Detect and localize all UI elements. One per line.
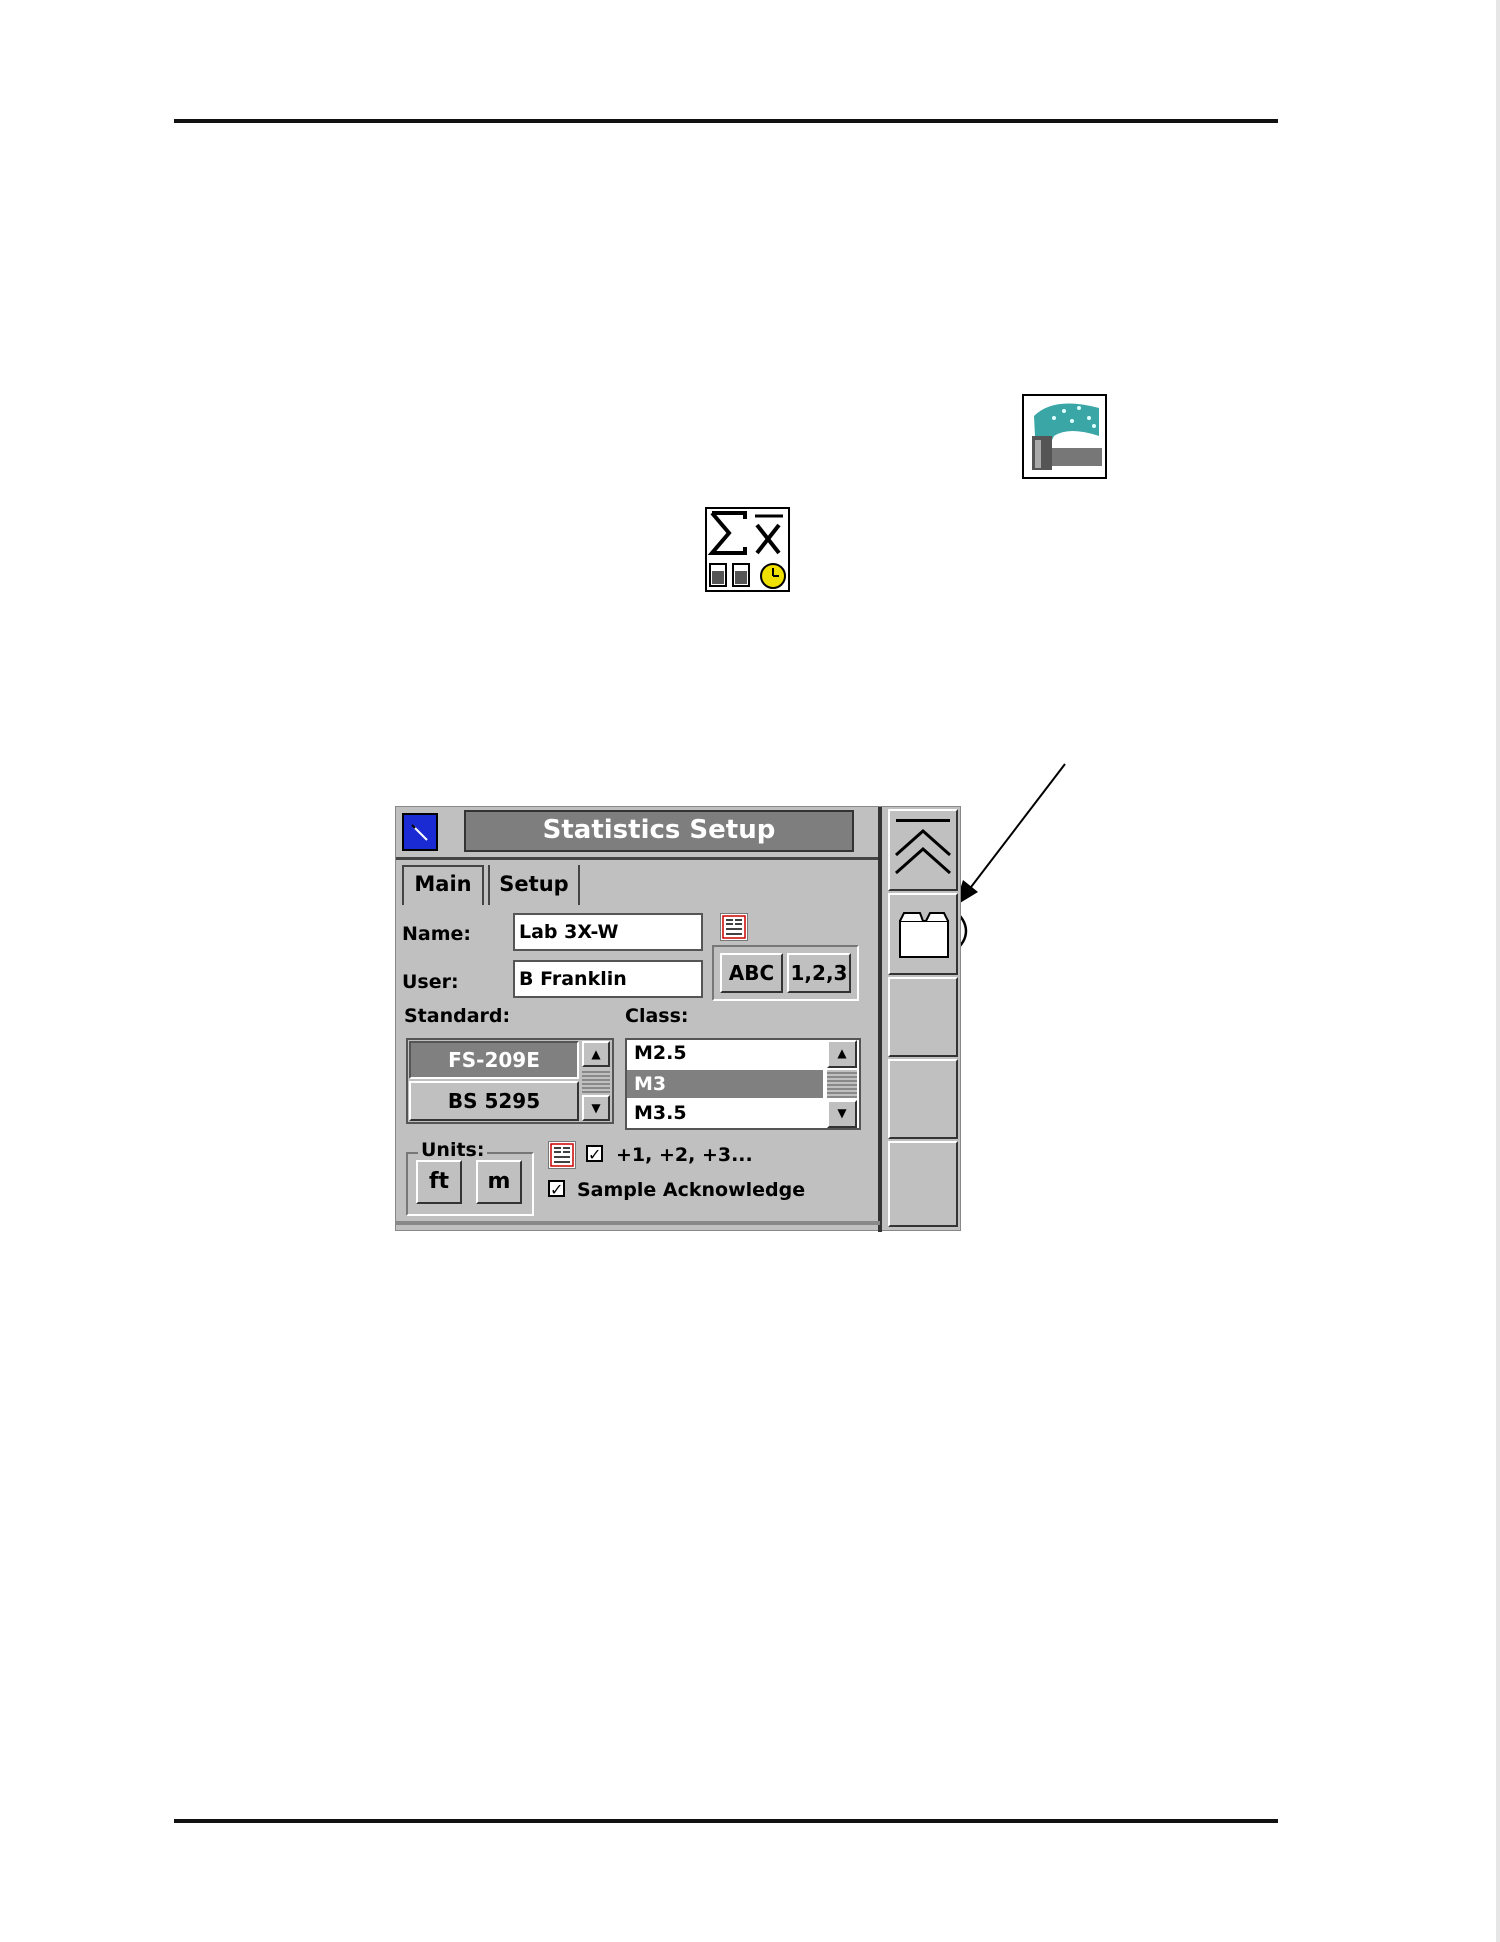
- standard-scroll-up-button[interactable]: ▲: [582, 1041, 610, 1067]
- standard-scroll-down-button[interactable]: ▼: [582, 1095, 610, 1121]
- standard-item[interactable]: BS 5295: [409, 1081, 579, 1121]
- class-item[interactable]: M3: [627, 1070, 823, 1098]
- sample-acknowledge-label: Sample Acknowledge: [577, 1179, 806, 1201]
- standard-item[interactable]: FS-209E: [409, 1041, 579, 1079]
- keyboard-icon[interactable]: [720, 913, 748, 941]
- name-label: Name:: [402, 923, 472, 945]
- folder-icon: [899, 912, 949, 958]
- title-underline: [396, 857, 878, 860]
- window-title: Statistics Setup: [464, 810, 854, 852]
- sidebar-button-5[interactable]: [888, 1141, 958, 1227]
- panel-border: [878, 807, 882, 1232]
- class-scroll-down-button[interactable]: ▼: [827, 1100, 857, 1128]
- class-item[interactable]: M2.5: [634, 1042, 687, 1064]
- units-label: Units:: [418, 1139, 488, 1161]
- units-ft-button[interactable]: ft: [416, 1160, 462, 1204]
- name-field[interactable]: Lab 3X-W: [513, 913, 703, 951]
- open-folder-button[interactable]: [888, 893, 958, 975]
- pen-icon[interactable]: [402, 813, 438, 851]
- sidebar-button-4[interactable]: [888, 1059, 958, 1139]
- scroll-top-button[interactable]: [888, 809, 958, 891]
- class-scroll-thumb[interactable]: [827, 1070, 857, 1098]
- keyboard-icon[interactable]: [548, 1141, 576, 1169]
- tab-main[interactable]: Main: [402, 865, 484, 905]
- alpha-keyboard-button[interactable]: ABC: [720, 953, 783, 993]
- panel-border: [396, 1221, 880, 1225]
- standard-label: Standard:: [404, 1005, 511, 1027]
- user-label: User:: [402, 971, 459, 993]
- increment-checkbox[interactable]: ✓: [586, 1145, 603, 1163]
- statistics-setup-window: Statistics Setup Main Setup Name: Lab 3X…: [395, 806, 961, 1232]
- class-item[interactable]: M3.5: [634, 1102, 687, 1124]
- standard-scroll-thumb[interactable]: [582, 1069, 610, 1093]
- numeric-keyboard-button[interactable]: 1,2,3: [787, 953, 851, 993]
- sample-acknowledge-checkbox[interactable]: ✓: [548, 1180, 565, 1198]
- double-chevron-up-icon: [895, 819, 951, 875]
- units-m-button[interactable]: m: [476, 1160, 522, 1204]
- user-field[interactable]: B Franklin: [513, 960, 703, 998]
- class-label: Class:: [625, 1005, 689, 1027]
- sidebar-button-3[interactable]: [888, 977, 958, 1057]
- increment-label: +1, +2, +3...: [616, 1144, 753, 1166]
- class-scroll-up-button[interactable]: ▲: [827, 1040, 857, 1068]
- tab-setup[interactable]: Setup: [488, 865, 580, 905]
